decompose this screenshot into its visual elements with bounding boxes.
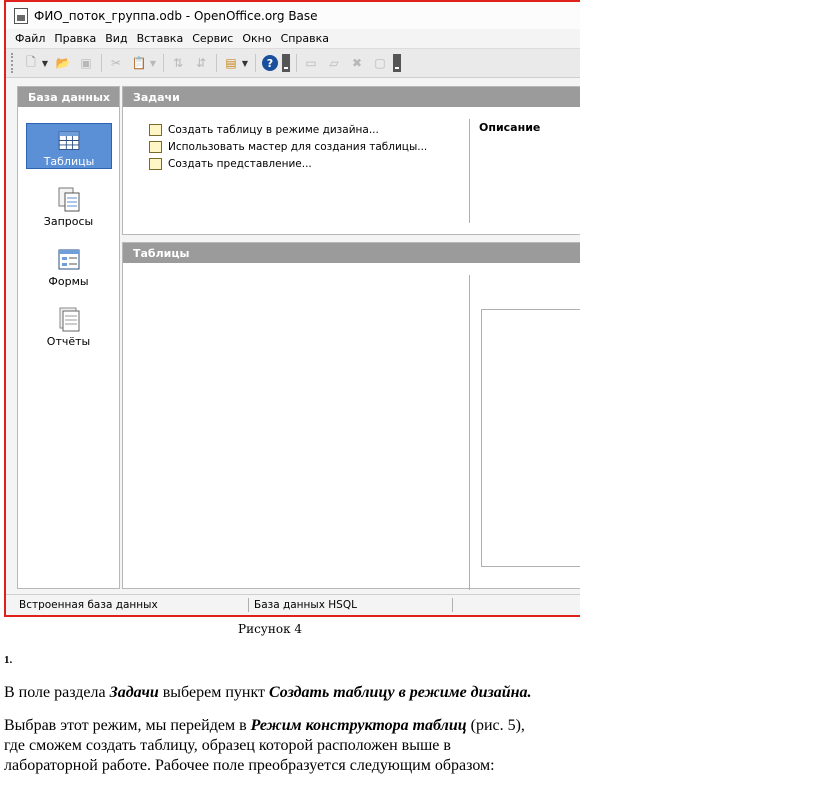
tasks-divider [469, 119, 470, 223]
toolbar-overflow-icon[interactable] [282, 54, 290, 72]
tables-divider [469, 275, 470, 590]
tasks-header: Задачи [123, 87, 580, 107]
task-label: Создать таблицу в режиме дизайна... [168, 123, 379, 136]
task-create-design[interactable]: Создать таблицу в режиме дизайна... [149, 121, 427, 138]
text: В поле раздела [4, 684, 110, 701]
tables-icon [58, 131, 80, 150]
menu-tools[interactable]: Сервис [192, 32, 233, 45]
sidebar-item-label: Формы [48, 275, 89, 288]
sidebar-header: База данных [18, 87, 119, 107]
open-folder-icon[interactable]: 📂 [54, 55, 72, 71]
dropdown-arrow-icon[interactable]: ▼ [41, 55, 49, 71]
sidebar-item-queries[interactable]: Запросы [18, 181, 119, 229]
paragraph-2: Выбрав этот режим, мы перейдем в Режим к… [4, 716, 525, 776]
toolbar-separator [296, 54, 297, 72]
title-bar: ФИО_поток_группа.odb - OpenOffice.org Ba… [6, 2, 580, 29]
toolbar-overflow-icon[interactable] [393, 54, 401, 72]
sidebar-item-reports[interactable]: Отчёты [18, 301, 119, 349]
query-icon[interactable]: ▱ [325, 55, 343, 71]
menu-bar: Файл Правка Вид Вставка Сервис Окно Спра… [6, 29, 580, 48]
toolbar-separator [101, 54, 102, 72]
menu-insert[interactable]: Вставка [137, 32, 184, 45]
task-label: Использовать мастер для создания таблицы… [168, 140, 428, 153]
window-title: ФИО_поток_группа.odb - OpenOffice.org Ba… [34, 8, 318, 23]
table-icon[interactable]: ▭ [302, 55, 320, 71]
menu-edit[interactable]: Правка [54, 32, 96, 45]
queries-icon [58, 187, 79, 212]
table-design-icon [149, 123, 162, 136]
status-bar: Встроенная база данных База данных HSQL [6, 594, 580, 615]
menu-file[interactable]: Файл [15, 32, 45, 45]
figure-caption: Рисунок 4 [238, 622, 303, 636]
delete-icon[interactable]: ✖ [348, 55, 366, 71]
toolbar-separator [255, 54, 256, 72]
paste-icon[interactable]: 📋 [130, 55, 148, 71]
sidebar-item-tables[interactable]: Таблицы [26, 123, 112, 169]
app-window: ФИО_поток_группа.odb - OpenOffice.org Ba… [4, 0, 580, 617]
tables-header: Таблицы [123, 243, 580, 263]
dropdown-arrow-icon[interactable]: ▼ [241, 55, 249, 71]
new-document-icon[interactable]: 🗋 [22, 55, 40, 71]
tables-panel: Таблицы [122, 242, 580, 590]
emphasis: Режим конструктора таблиц [250, 717, 467, 734]
save-icon[interactable]: ▣ [77, 55, 95, 71]
status-embedded-db: Встроенная база данных [19, 599, 158, 611]
step-number: 1. [4, 654, 13, 666]
menu-window[interactable]: Окно [242, 32, 271, 45]
form-icon[interactable]: ▤ [222, 55, 240, 71]
description-header: Описание [479, 121, 541, 134]
task-list: Создать таблицу в режиме дизайна... Испо… [149, 121, 427, 172]
view-icon [149, 157, 162, 170]
sidebar-item-label: Отчёты [46, 335, 91, 348]
sidebar-item-forms[interactable]: Формы [18, 241, 119, 289]
paragraph-line: где сможем создать таблицу, образец кото… [4, 737, 451, 754]
task-label: Создать представление... [168, 157, 312, 170]
paragraph-1: В поле раздела Задачи выберем пункт Созд… [4, 683, 532, 703]
sidebar-item-label: Таблицы [43, 155, 95, 168]
forms-icon [58, 249, 79, 270]
sort-ascending-icon[interactable]: ⇅ [169, 55, 187, 71]
toolbar-separator [216, 54, 217, 72]
status-divider [248, 598, 249, 612]
help-icon[interactable]: ? [262, 55, 278, 71]
task-use-wizard[interactable]: Использовать мастер для создания таблицы… [149, 138, 427, 155]
menu-view[interactable]: Вид [105, 32, 127, 45]
sort-descending-icon[interactable]: ⇵ [192, 55, 210, 71]
tasks-panel: Задачи Создать таблицу в режиме дизайна.… [122, 86, 580, 235]
cut-icon[interactable]: ✂ [107, 55, 125, 71]
status-db-type: База данных HSQL [254, 599, 357, 611]
preview-area [481, 309, 580, 567]
reports-icon [59, 307, 79, 332]
wizard-icon [149, 140, 162, 153]
text: Выбрав этот режим, мы перейдем в [4, 717, 251, 734]
dropdown-arrow-icon[interactable]: ▼ [149, 55, 157, 71]
sidebar-item-label: Запросы [43, 215, 94, 228]
toolbar-grip[interactable] [11, 53, 17, 73]
standard-toolbar: 🗋 ▼ 📂 ▣ ✂ 📋 ▼ ⇅ ⇵ ▤ ▼ ? ▭ ▱ ✖ ▢ [6, 48, 580, 78]
database-sidebar: База данных Таблицы Запросы Формы Отчёты [17, 86, 120, 589]
text: (рис. 5), [466, 717, 525, 734]
rename-icon[interactable]: ▢ [371, 55, 389, 71]
task-create-view[interactable]: Создать представление... [149, 155, 427, 172]
emphasis: Создать таблицу в режиме дизайна. [269, 684, 532, 701]
emphasis: Задачи [109, 684, 159, 701]
paragraph-line: Выбрав этот режим, мы перейдем в Режим к… [4, 716, 525, 736]
paragraph-line: лабораторной работе. Рабочее поле преобр… [4, 757, 495, 774]
text: выберем пункт [158, 684, 269, 701]
base-app-icon [14, 7, 28, 24]
menu-help[interactable]: Справка [281, 32, 329, 45]
toolbar-separator [163, 54, 164, 72]
status-divider [452, 598, 453, 612]
